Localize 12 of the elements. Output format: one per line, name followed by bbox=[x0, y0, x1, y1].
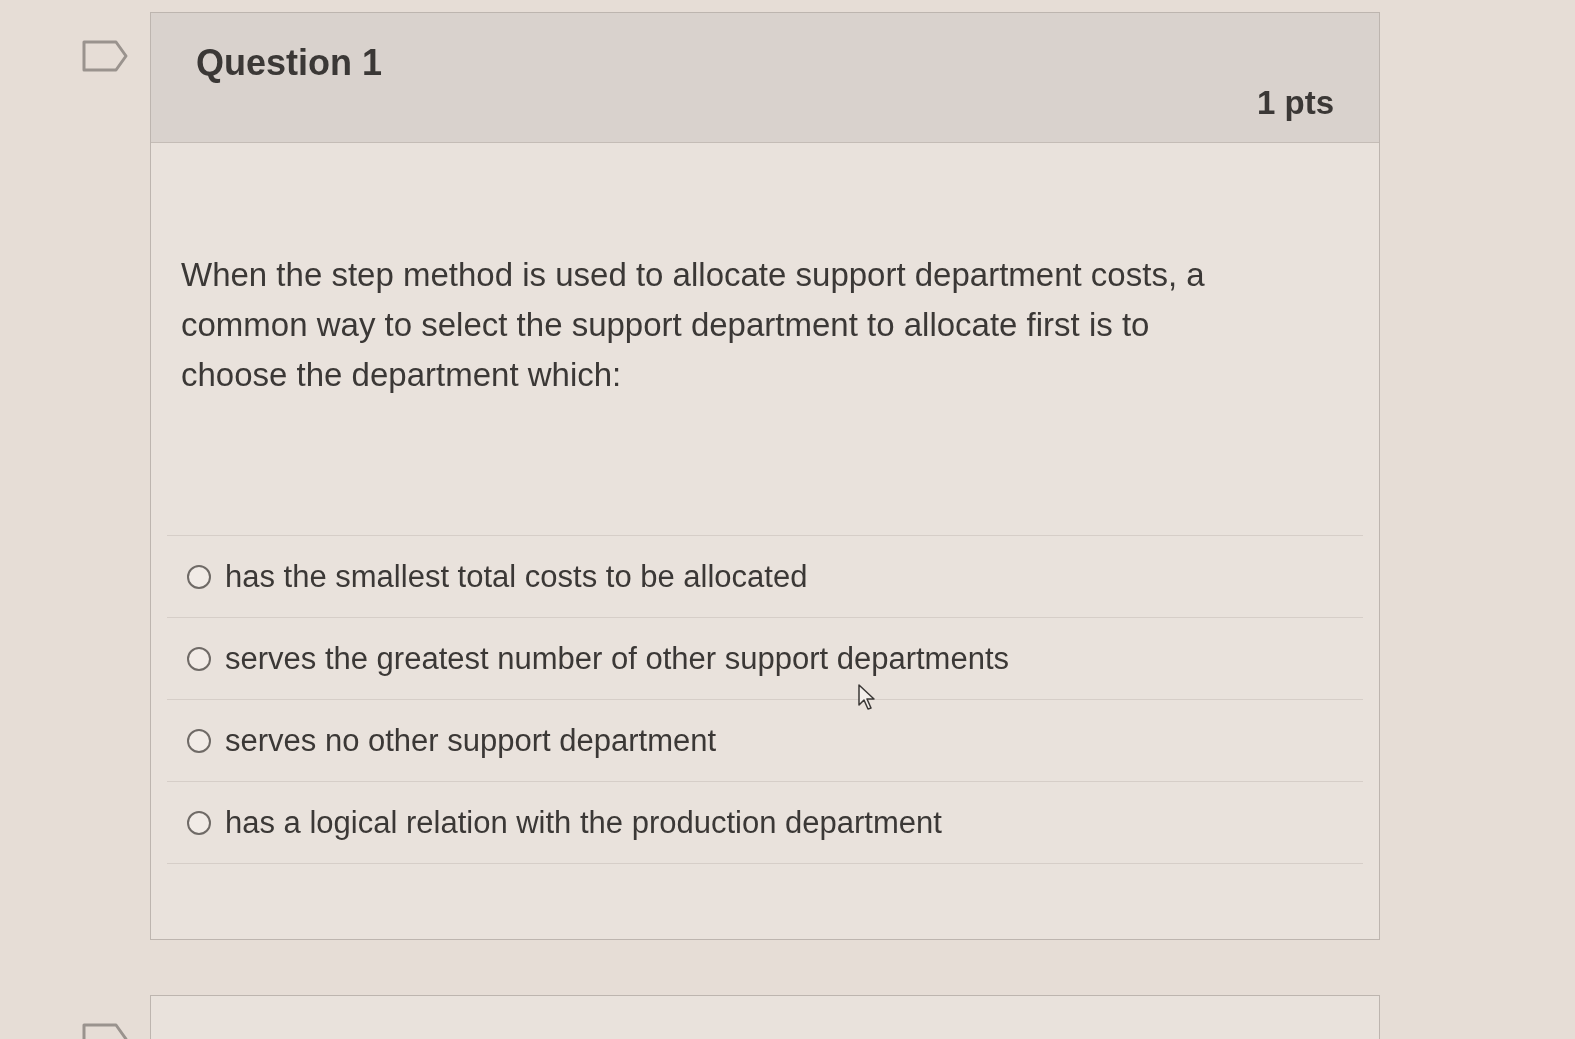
radio-button[interactable] bbox=[187, 564, 211, 589]
question-text: When the step method is used to allocate support department costs, a common way to select the support department to allocate first is to choose the department which: bbox=[181, 255, 1206, 395]
points-label: 1 pts bbox=[1256, 83, 1334, 123]
radio-button[interactable] bbox=[187, 728, 211, 753]
answer-option[interactable]: serves no other support department bbox=[225, 721, 717, 760]
radio-button[interactable] bbox=[187, 646, 211, 671]
answer-option[interactable]: has the smallest total costs to be allocated bbox=[225, 557, 808, 596]
question-title: Question 1 bbox=[196, 41, 383, 85]
answer-option[interactable]: serves the greatest number of other support departments bbox=[225, 639, 1010, 678]
answer-option[interactable]: has a logical relation with the production department bbox=[225, 803, 942, 842]
mouse-pointer-icon bbox=[858, 684, 876, 710]
radio-button[interactable] bbox=[187, 810, 211, 835]
